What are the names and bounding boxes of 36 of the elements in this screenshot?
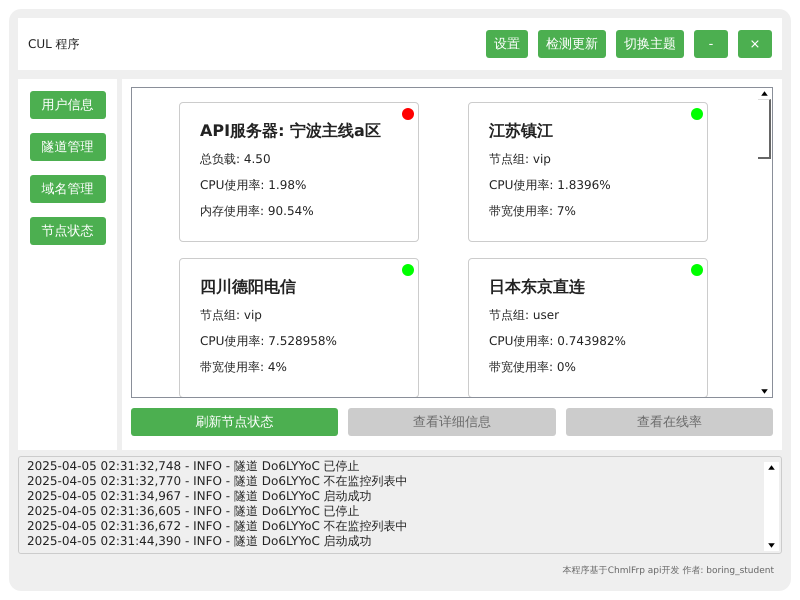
node-name: 四川德阳电信 [200,277,297,298]
log-line: 2025-04-05 02:31:44,390 - INFO - 隧道 Do6LYYoC 启动成功 [27,534,373,549]
node-stat: CPU使用率: 7.528958% [200,333,338,350]
node-stat: 总负载: 4.50 [200,151,272,168]
log-line: 2025-04-05 02:31:36,672 - INFO - 隧道 Do6LYYoC 不在监控列表中 [27,519,409,534]
scrollbar-thumb[interactable] [758,99,771,159]
log-line: 2025-04-05 02:31:32,748 - INFO - 隧道 Do6LYYoC 已停止 [27,459,361,474]
log-line: 2025-04-05 02:31:32,770 - INFO - 隧道 Do6LYYoC 不在监控列表中 [27,474,409,489]
node-stat: 内存使用率: 90.54% [200,203,315,220]
node-stat: 节点组: vip [200,307,263,324]
node-stat: 带宽使用率: 7% [489,203,577,220]
header-button[interactable]: 检测更新 [538,30,606,58]
node-stat: 带宽使用率: 4% [200,359,288,376]
header-button[interactable]: 设置 [486,30,528,58]
action-button[interactable]: 刷新节点状态 [131,408,338,436]
footer-credit: 本程序基于ChmlFrp api开发 作者: boring_student [562,566,774,576]
log-line: 2025-04-05 02:31:34,967 - INFO - 隧道 Do6LYYoC 启动成功 [27,489,373,504]
sidebar-item[interactable]: 隧道管理 [30,133,106,161]
node-stat: 节点组: user [489,307,560,324]
sidebar-item[interactable]: 域名管理 [30,175,106,203]
node-name: API服务器: 宁波主线a区 [200,121,382,142]
header-button[interactable]: 切换主题 [616,30,684,58]
scrollbar[interactable] [764,462,779,551]
sidebar-item[interactable]: 用户信息 [30,91,106,119]
node-name: 江苏镇江 [489,121,554,142]
sidebar-item[interactable]: 节点状态 [30,217,106,245]
node-stat: CPU使用率: 1.98% [200,177,308,194]
header-button[interactable]: × [738,30,772,58]
node-name: 日本东京直连 [489,277,586,298]
node-stat: 带宽使用率: 0% [489,359,577,376]
window-title: CUL 程序 [28,36,80,52]
node-stat: CPU使用率: 0.743982% [489,333,627,350]
node-stat: CPU使用率: 1.8396% [489,177,612,194]
log-line: 2025-04-05 02:31:36,605 - INFO - 隧道 Do6LYYoC 已停止 [27,504,361,519]
node-stat: 节点组: vip [489,151,552,168]
header-button[interactable]: - [694,30,728,58]
